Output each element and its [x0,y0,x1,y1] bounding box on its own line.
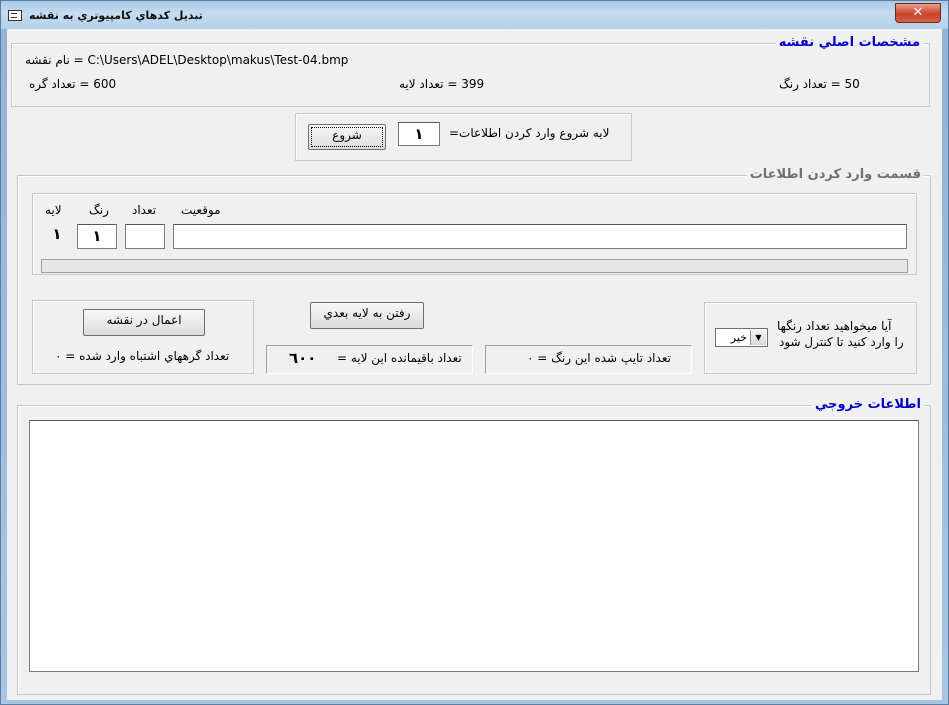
next-layer-button[interactable]: رفتن به لايه بعدي [310,302,424,329]
color-count-text: 50 = تعداد رنگ [779,77,860,91]
data-entry-legend: قسمت وارد كردن اطلاعات [746,167,924,182]
window-title: تبديل كدهاي كامپيوتري به نقشه [29,9,203,22]
color-control-select-value: خير [730,331,747,344]
current-layer-value: ١ [52,225,62,243]
map-info-legend: مشخصات اصلي نقشه [775,35,923,50]
layer-count-text: 399 = تعداد لايه [399,77,485,91]
remaining-count-value: ٦٠٠ [289,349,317,367]
position-column-label: موقعيت [181,203,221,217]
position-input[interactable] [173,224,907,249]
color-column-label: رنگ [89,203,109,217]
control-question-line2: را وارد كنيد تا كنترل شود [779,335,904,349]
apply-to-map-button[interactable]: اعمال در نقشه [83,309,205,336]
node-count-text: 600 = تعداد گره [29,77,117,91]
typed-count-text: تعداد تايپ شده اين رنگ = ٠ [527,351,671,365]
start-layer-label: لايه شروع وارد كردن اطلاعات= [449,126,610,140]
count-input[interactable] [125,224,165,249]
chevron-down-icon[interactable]: ▼ [750,330,766,345]
client-area: مشخصات اصلي نقشه C:\Users\ADEL\Desktop\m… [7,29,942,700]
layer-column-label: لايه [45,203,62,217]
output-textarea[interactable] [29,420,919,672]
app-window: تبديل كدهاي كامپيوتري به نقشه ✕ مشخصات ا… [0,0,949,705]
wrong-nodes-count-text: تعداد گرههاي اشتباه وارد شده = ٠ [55,349,230,363]
start-button[interactable]: شروع [308,124,386,150]
title-bar[interactable]: تبديل كدهاي كامپيوتري به نقشه ✕ [1,1,948,29]
control-question-line1: آيا ميخواهيد تعداد رنگها [777,319,892,333]
start-layer-input[interactable]: ١ [398,122,440,146]
count-column-label: تعداد [132,203,157,217]
app-window-icon[interactable] [8,10,22,21]
color-input[interactable]: ١ [77,224,117,249]
entry-progress-bar [41,259,908,273]
close-button[interactable]: ✕ [895,3,941,23]
map-name-text: C:\Users\ADEL\Desktop\makus\Test-04.bmp … [25,53,349,67]
color-control-select[interactable]: خير ▼ [715,328,768,347]
output-legend: اطلاعات خروجي [812,397,924,412]
remaining-count-label: تعداد باقيمانده اين لايه = [337,351,462,365]
